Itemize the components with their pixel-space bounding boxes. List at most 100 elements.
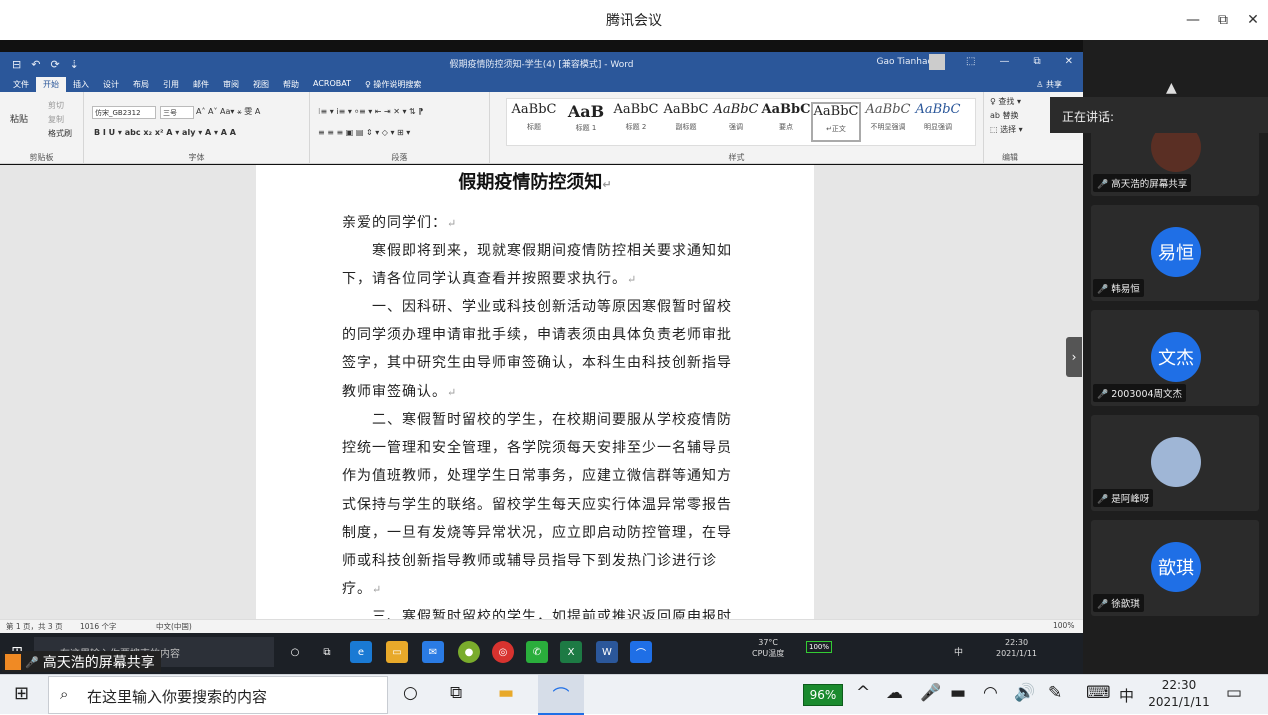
paragraph-4: 三、寒假暂时留校的学生，如提前或推迟返回原申报时间 xyxy=(372,609,732,619)
tab-view[interactable]: 视图 xyxy=(246,77,276,92)
select-button[interactable]: ⬚ 选择 ▾ xyxy=(990,124,1023,135)
list-tools-row[interactable]: ⁝≡ ▾ ⅰ≡ ▾ ⸰≡ ▾ ⇤ ⇥ ✕ ▾ ⇅ ⁋ xyxy=(318,106,423,117)
copy-button[interactable]: 复制 xyxy=(48,114,64,125)
pen-icon[interactable]: ✎ xyxy=(1048,683,1062,703)
cut-button[interactable]: 剪切 xyxy=(48,100,64,111)
style-emphasis[interactable]: AaBbC 强调 xyxy=(711,102,761,142)
system-clock[interactable]: 22:30 2021/1/11 xyxy=(1148,677,1210,711)
cpu-temp: 37°C CPU温度 xyxy=(752,638,785,658)
speaking-indicator: 正在讲话: xyxy=(1050,97,1268,133)
participant-name: 🎤 高天浩的屏幕共享 xyxy=(1093,174,1192,192)
mic-muted-icon: 🎤 xyxy=(1097,180,1109,190)
style-heading-2[interactable]: AaBbC 标题 2 xyxy=(611,102,661,142)
keyboard-icon[interactable]: ⌨ xyxy=(1086,683,1111,703)
word-tab-bar: 文件 开始 插入 设计 布局 引用 邮件 审阅 视图 帮助 ACROBAT ♀ … xyxy=(0,77,1083,92)
word-user-name[interactable]: Gao Tianhao xyxy=(876,57,933,67)
ribbon-display-icon[interactable]: ⬚ xyxy=(966,56,975,67)
avatar xyxy=(1151,437,1201,487)
style-normal[interactable]: AaBbC ↵正文 xyxy=(811,102,861,142)
collapse-panel-button[interactable]: › xyxy=(1066,337,1082,377)
format-painter-button[interactable]: 格式刷 xyxy=(48,128,72,139)
word-close-button[interactable]: ✕ xyxy=(1065,56,1073,67)
tab-layout[interactable]: 布局 xyxy=(126,77,156,92)
style-intense-emphasis[interactable]: AaBbC 明显强调 xyxy=(913,102,963,142)
participant-tile[interactable]: 易恒 🎤 韩易恒 xyxy=(1091,205,1259,301)
cortana-icon[interactable]: ○ xyxy=(403,683,418,703)
start-icon[interactable]: ⊞ xyxy=(14,683,29,704)
word-minimize-button[interactable]: — xyxy=(999,56,1009,67)
shared-app-icon: ● xyxy=(458,641,480,663)
battery-icon[interactable]: ▬ xyxy=(950,683,966,703)
word-count[interactable]: 1016 个字 xyxy=(80,621,116,632)
participant-name: 🎤 2003004周文杰 xyxy=(1093,384,1187,402)
shared-word-icon: W xyxy=(596,641,618,663)
tab-references[interactable]: 引用 xyxy=(156,77,186,92)
editing-group: ♀ 查找 ▾ ab 替换 ⬚ 选择 ▾ 编辑 xyxy=(984,92,1036,164)
clipboard-label: 剪贴板 xyxy=(29,153,54,162)
taskview-icon[interactable]: ⧉ xyxy=(450,683,462,703)
font-name-select[interactable]: 仿宋_GB2312 xyxy=(92,106,156,119)
share-button[interactable]: ♙ 共享 xyxy=(1029,77,1069,92)
word-ribbon: 粘贴 剪切 复制 格式刷 剪贴板 仿宋_GB2312 三号 A˄ A˅ Aa▾ … xyxy=(0,92,1083,164)
battery-indicator[interactable]: 96% xyxy=(803,684,843,706)
tab-insert[interactable]: 插入 xyxy=(66,77,96,92)
tell-me-search[interactable]: ♀ 操作说明搜索 xyxy=(358,77,428,92)
notification-icon[interactable]: ▭ xyxy=(1226,683,1242,703)
scroll-up-arrow[interactable]: ▲ xyxy=(1166,80,1177,96)
close-button[interactable]: ✕ xyxy=(1238,0,1268,40)
tab-file[interactable]: 文件 xyxy=(6,77,36,92)
volume-icon[interactable]: 🔊 xyxy=(1014,683,1035,703)
tab-home[interactable]: 开始 xyxy=(36,77,66,92)
find-button[interactable]: ♀ 查找 ▾ xyxy=(990,96,1021,107)
microphone-icon[interactable]: 🎤 xyxy=(920,683,941,703)
tencent-meeting-icon[interactable]: ⌒ xyxy=(538,675,584,715)
onedrive-icon[interactable]: ☁ xyxy=(886,683,903,703)
style-subtle-emphasis[interactable]: AaBbC 不明显强调 xyxy=(863,102,913,142)
styles-gallery: AaBbC 标题 AaB 标题 1 AaBbC 标题 2 AaBbC 副标题 AaBbC… xyxy=(506,98,976,146)
replace-button[interactable]: ab 替换 xyxy=(990,110,1019,121)
shared-meeting-icon: ⌒ xyxy=(630,641,652,663)
tab-acrobat[interactable]: ACROBAT xyxy=(306,77,358,92)
user-icon xyxy=(5,654,21,670)
tab-review[interactable]: 审阅 xyxy=(216,77,246,92)
page-count[interactable]: 第 1 页，共 3 页 xyxy=(6,621,63,632)
show-hidden-icons[interactable]: ^ xyxy=(856,683,870,703)
participant-tile[interactable]: 文杰 🎤 2003004周文杰 xyxy=(1091,310,1259,406)
file-explorer-icon[interactable]: ▬ xyxy=(498,683,514,703)
participant-tile[interactable]: 歆琪 🎤 徐歆琪 xyxy=(1091,520,1259,616)
participant-name: 🎤 韩易恒 xyxy=(1093,279,1144,297)
paste-button[interactable]: 粘贴 xyxy=(10,112,28,125)
tab-help[interactable]: 帮助 xyxy=(276,77,306,92)
shared-screen: ⊟ ↶ ⟳ ⇣ 假期疫情防控须知-学生(4) [兼容模式] - Word Gao… xyxy=(0,40,1083,674)
search-icon: ⌕ xyxy=(60,685,69,703)
shared-taskbar: ⊞ 在这里输入你要搜索的内容 ○ ⧉ e ▭ ✉ ● ◎ ✆ X W ⌒ 37°… xyxy=(0,633,1083,674)
tab-design[interactable]: 设计 xyxy=(96,77,126,92)
minimize-button[interactable]: — xyxy=(1178,0,1208,40)
paragraph-2: 一、因科研、学业或科技创新活动等原因寒假暂时留校的同学须办理申请审批手续，申请表… xyxy=(342,299,732,400)
shared-wechat-icon: ✆ xyxy=(526,641,548,663)
participant-tile[interactable]: 🎤 是阿峰呀 xyxy=(1091,415,1259,511)
language[interactable]: 中文(中国) xyxy=(156,621,192,632)
font-tools-row[interactable]: A˄ A˅ Aa▾ ⚹ 雯 A xyxy=(196,106,260,117)
user-avatar[interactable] xyxy=(929,54,945,70)
wifi-icon[interactable]: ◠ xyxy=(983,683,998,703)
ime-indicator[interactable]: 中 xyxy=(1119,685,1134,706)
font-size-select[interactable]: 三号 xyxy=(160,106,194,119)
maximize-button[interactable]: ⧉ xyxy=(1208,0,1238,40)
participant-name: 🎤 是阿峰呀 xyxy=(1093,489,1154,507)
search-box[interactable]: 在这里输入你要搜索的内容 xyxy=(48,676,388,714)
style-subtitle[interactable]: AaBbC 副标题 xyxy=(661,102,711,142)
tab-mailings[interactable]: 邮件 xyxy=(186,77,216,92)
alignment-row[interactable]: ≡ ≡ ≡ ▣ ▤ ⇕ ▾ ◇ ▾ ⊞ ▾ xyxy=(318,128,410,137)
windows-taskbar: ⊞ 在这里输入你要搜索的内容 ⌕ ○ ⧉ ▬ ⌒ 96% ^ ☁ 🎤 ▬ ◠ 🔊… xyxy=(0,674,1268,715)
shared-battery: 100% xyxy=(806,641,833,653)
style-heading-1[interactable]: AaB 标题 1 xyxy=(561,102,611,142)
style-strong[interactable]: AaBbC 要点 xyxy=(761,102,811,142)
document-page[interactable]: 假期疫情防控须知↵ 亲爱的同学们：↵ 寒假即将到来，现就寒假期间疫情防控相关要求… xyxy=(256,165,814,619)
avatar: 文杰 xyxy=(1151,332,1201,382)
mic-muted-icon: 🎤 xyxy=(1097,390,1109,400)
zoom-level[interactable]: 100% xyxy=(1053,621,1074,630)
style-title[interactable]: AaBbC 标题 xyxy=(509,102,559,142)
word-restore-button[interactable]: ⧉ xyxy=(1033,56,1040,67)
font-format-row[interactable]: B I U ▾ abc x₂ x² A ▾ aly ▾ A ▾ A A xyxy=(94,128,236,137)
